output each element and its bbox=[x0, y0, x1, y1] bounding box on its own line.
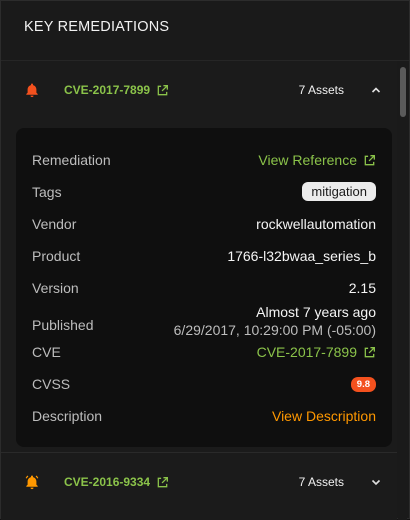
panel-title: KEY REMEDIATIONS bbox=[24, 19, 170, 35]
chevron-up-icon[interactable] bbox=[370, 84, 382, 96]
external-link-icon bbox=[364, 346, 375, 357]
product-label: Product bbox=[32, 248, 81, 264]
scrollbar-thumb[interactable] bbox=[400, 67, 406, 117]
cvss-value: 9.8 bbox=[350, 376, 376, 392]
published-label: Published bbox=[32, 317, 94, 333]
product-value: 1766-l32bwaa_series_b bbox=[227, 248, 376, 264]
detail-row-tags: Tags mitigation bbox=[16, 176, 392, 208]
published-relative: Almost 7 years ago bbox=[256, 304, 376, 320]
version-label: Version bbox=[32, 280, 79, 296]
cvss-label: CVSS bbox=[32, 376, 71, 392]
asset-count: 7 Assets bbox=[298, 475, 344, 489]
detail-row-cvss: CVSS 9.8 bbox=[16, 368, 392, 400]
external-link-icon bbox=[157, 476, 169, 487]
vendor-value: rockwellautomation bbox=[256, 216, 376, 232]
remediations-list[interactable]: CVE-2017-7899 7 Assets Remediation View … bbox=[1, 61, 397, 520]
cve-label: CVE bbox=[32, 344, 61, 360]
cve-detail-text: CVE-2017-7899 bbox=[256, 344, 357, 360]
remediation-details: Remediation View Reference Tags mitigati… bbox=[16, 128, 392, 447]
cve-link[interactable]: CVE-2016-9334 bbox=[64, 475, 169, 489]
remediation-header[interactable]: CVE-2016-9334 7 Assets bbox=[1, 453, 397, 511]
remediation-label: Remediation bbox=[32, 152, 111, 168]
asset-count: 7 Assets bbox=[298, 83, 344, 97]
view-description-link[interactable]: View Description bbox=[272, 408, 376, 424]
cve-id: CVE-2017-7899 bbox=[64, 83, 151, 97]
tags-label: Tags bbox=[32, 184, 62, 200]
detail-row-remediation: Remediation View Reference bbox=[16, 144, 392, 176]
external-link-icon bbox=[157, 84, 169, 95]
view-reference-text: View Reference bbox=[258, 152, 357, 168]
external-link-icon bbox=[364, 154, 375, 165]
detail-row-vendor: Vendor rockwellautomation bbox=[16, 208, 392, 240]
version-value: 2.15 bbox=[348, 280, 376, 296]
description-label: Description bbox=[32, 408, 103, 424]
tag-chip: mitigation bbox=[302, 182, 376, 201]
detail-row-version: Version 2.15 bbox=[16, 272, 392, 304]
detail-row-cve: CVE CVE-2017-7899 bbox=[16, 336, 392, 368]
detail-row-product: Product 1766-l32bwaa_series_b bbox=[16, 240, 392, 272]
cve-id: CVE-2016-9334 bbox=[64, 475, 151, 489]
scrollbar-track[interactable] bbox=[398, 61, 407, 520]
cvss-badge: 9.8 bbox=[350, 377, 376, 392]
detail-row-description: Description View Description bbox=[16, 400, 392, 432]
vendor-label: Vendor bbox=[32, 216, 77, 232]
published-value: Almost 7 years ago 6/29/2017, 10:29:00 P… bbox=[174, 304, 376, 338]
cve-link[interactable]: CVE-2017-7899 bbox=[64, 83, 169, 97]
alarm-bell-icon bbox=[26, 83, 38, 98]
cve-detail-link[interactable]: CVE-2017-7899 bbox=[257, 344, 376, 360]
key-remediations-panel: KEY REMEDIATIONS CVE-2017-7899 7 Assets bbox=[0, 0, 410, 520]
view-reference-link[interactable]: View Reference bbox=[258, 152, 376, 168]
remediation-header[interactable]: CVE-2017-7899 7 Assets bbox=[1, 61, 397, 119]
chevron-down-icon[interactable] bbox=[370, 476, 382, 488]
ringing-bell-icon bbox=[25, 475, 39, 490]
tags-value: mitigation bbox=[302, 182, 376, 203]
